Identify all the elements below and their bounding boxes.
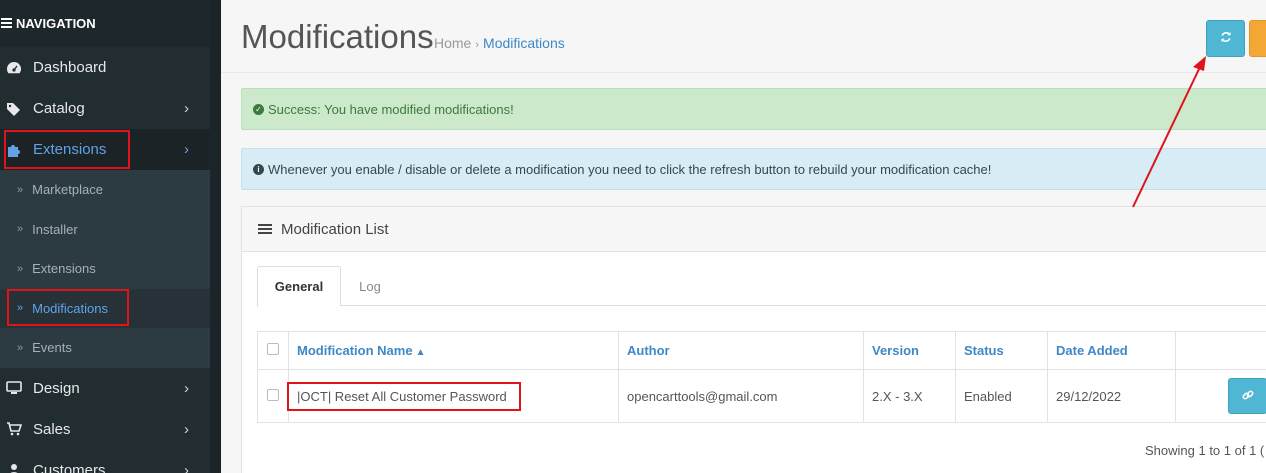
row-status-cell: Enabled <box>955 369 1048 423</box>
submenu-item-label: Installer <box>32 221 78 237</box>
sidebar-item-dashboard[interactable]: Dashboard <box>0 47 212 88</box>
chevron-right-icon: › <box>184 100 189 117</box>
sidebar: NAVIGATION Dashboard Catalog › Extension… <box>0 0 212 473</box>
page-header: Modifications Home › Modifications <box>221 0 1266 73</box>
row-name-cell: |OCT| Reset All Customer Password <box>288 369 619 423</box>
link-button[interactable] <box>1228 378 1266 414</box>
row-checkbox[interactable] <box>267 388 279 401</box>
chevron-right-icon: › <box>184 420 189 438</box>
double-chevron-icon: » <box>17 262 24 275</box>
success-alert: ✓ Success: You have modified modificatio… <box>241 88 1266 130</box>
table-header-row: Modification Name ▲ Author Version Status… <box>257 331 1266 370</box>
row-version-cell: 2.X - 3.X <box>863 369 956 423</box>
row-author-cell: opencarttools@gmail.com <box>618 369 864 423</box>
refresh-icon <box>1220 30 1232 48</box>
check-circle-icon: ✓ <box>253 103 264 115</box>
modification-table: Modification Name ▲ Author Version Status… <box>257 331 1266 423</box>
column-header-name[interactable]: Modification Name ▲ <box>288 331 619 370</box>
table-row: |OCT| Reset All Customer Password openca… <box>257 369 1266 423</box>
sidebar-item-label: Catalog <box>33 100 85 117</box>
column-header-author[interactable]: Author <box>618 331 864 370</box>
column-header-date-added[interactable]: Date Added <box>1047 331 1176 370</box>
sidebar-item-sales[interactable]: Sales › <box>0 409 212 450</box>
nav-header: NAVIGATION <box>0 0 212 47</box>
breadcrumb-home[interactable]: Home <box>434 35 471 51</box>
sidebar-item-label: Sales <box>33 420 71 438</box>
sidebar-item-label: Dashboard <box>33 59 107 76</box>
sidebar-item-design[interactable]: Design › <box>0 368 212 409</box>
submenu-item-events[interactable]: » Events <box>0 328 212 368</box>
panel-title: Modification List <box>281 220 389 238</box>
desktop-icon <box>6 380 22 396</box>
pagination-text: Showing 1 to 1 of 1 ( <box>1145 443 1265 458</box>
breadcrumb: Home › Modifications <box>434 35 565 51</box>
tab-log[interactable]: Log <box>343 266 397 306</box>
chevron-right-icon: › <box>184 379 189 397</box>
sidebar-item-label: Customers <box>33 461 106 473</box>
list-icon <box>258 222 272 236</box>
breadcrumb-current[interactable]: Modifications <box>483 35 565 51</box>
nav-header-label: NAVIGATION <box>16 16 96 31</box>
link-icon <box>1242 389 1254 404</box>
column-header-action <box>1175 331 1266 370</box>
submenu-item-installer[interactable]: » Installer <box>0 209 212 249</box>
select-all-checkbox[interactable] <box>267 343 279 355</box>
sidebar-item-catalog[interactable]: Catalog › <box>0 88 212 129</box>
sidebar-item-customers[interactable]: Customers › <box>0 450 212 473</box>
submenu-item-extensions[interactable]: » Extensions <box>0 249 212 289</box>
column-header-version[interactable]: Version <box>863 331 956 370</box>
main-content: Modifications Home › Modifications ✓ Succe… <box>221 0 1266 473</box>
user-icon <box>6 462 22 473</box>
info-circle-icon: i <box>253 163 264 175</box>
puzzle-icon <box>6 142 22 158</box>
info-alert-text: Whenever you enable / disable or delete … <box>268 161 992 177</box>
extensions-submenu: » Marketplace » Installer » Extensions »… <box>0 170 212 368</box>
column-header-label: Modification Name <box>297 343 413 358</box>
modification-name: |OCT| Reset All Customer Password <box>297 388 507 404</box>
double-chevron-icon: » <box>17 302 24 315</box>
submenu-item-modifications[interactable]: » Modifications <box>0 288 212 328</box>
select-all-cell <box>257 331 289 370</box>
submenu-item-label: Extensions <box>32 261 96 277</box>
page-title: Modifications <box>241 18 434 55</box>
double-chevron-icon: » <box>17 223 24 236</box>
double-chevron-icon: » <box>17 341 24 354</box>
double-chevron-icon: » <box>17 183 24 196</box>
row-date-cell: 29/12/2022 <box>1047 369 1176 423</box>
panel-heading: Modification List <box>242 207 1266 252</box>
row-select-cell <box>257 369 289 423</box>
sidebar-item-extensions[interactable]: Extensions › <box>0 129 212 170</box>
column-header-status[interactable]: Status <box>955 331 1048 370</box>
shopping-cart-icon <box>6 421 22 437</box>
clear-button[interactable] <box>1249 20 1266 57</box>
row-action-cell <box>1175 369 1266 423</box>
submenu-item-label: Marketplace <box>32 182 103 198</box>
sort-ascending-icon: ▲ <box>415 347 426 358</box>
submenu-item-label: Modifications <box>32 300 108 316</box>
menu-bars-icon[interactable] <box>1 18 12 30</box>
submenu-item-label: Events <box>32 340 72 356</box>
sidebar-item-label: Design <box>33 379 80 397</box>
breadcrumb-separator: › <box>475 39 480 51</box>
info-alert: i Whenever you enable / disable or delet… <box>241 148 1266 190</box>
tags-icon <box>6 101 22 117</box>
sidebar-item-label: Extensions <box>33 141 107 158</box>
dashboard-icon <box>6 60 22 76</box>
tab-bar: General Log <box>257 266 1266 307</box>
refresh-button[interactable] <box>1206 20 1245 57</box>
modification-list-panel: Modification List General Log Modificati… <box>241 206 1266 473</box>
chevron-right-icon: › <box>184 141 189 158</box>
success-alert-text: Success: You have modified modifications… <box>268 101 514 117</box>
sidebar-edge <box>210 0 221 473</box>
tab-general[interactable]: General <box>257 266 341 307</box>
submenu-item-marketplace[interactable]: » Marketplace <box>0 170 212 210</box>
chevron-right-icon: › <box>184 461 189 473</box>
